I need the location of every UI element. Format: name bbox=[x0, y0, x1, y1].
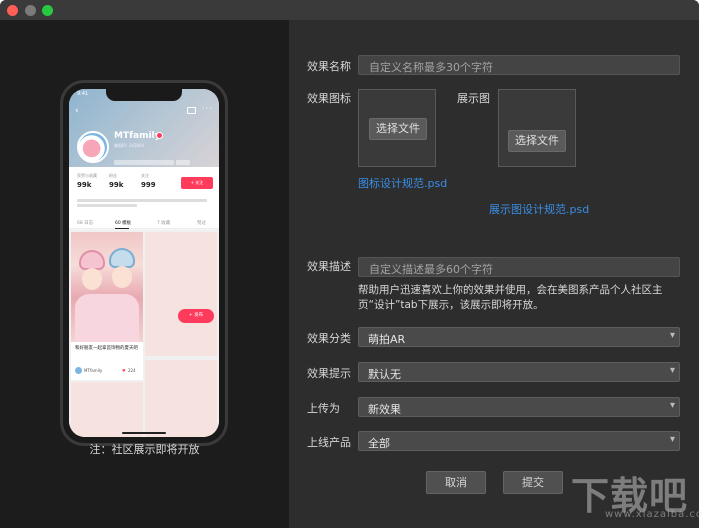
preview-label: 展示图 bbox=[457, 92, 490, 105]
card-caption-text: 和好朋友一起拿首饰物的夏天吧 bbox=[75, 346, 138, 351]
minimize-window-button[interactable] bbox=[25, 5, 36, 16]
feed-card-caption: 和好朋友一起拿首饰物的夏天吧 MTfamily ♥ 224 bbox=[71, 342, 143, 380]
effect-name-input[interactable]: 自定义名称最多30个字符 bbox=[358, 55, 680, 75]
icon-upload-box[interactable]: 选择文件 bbox=[358, 89, 436, 167]
bio-line bbox=[77, 199, 207, 202]
cancel-button[interactable]: 取消 bbox=[426, 471, 486, 494]
upload-as-label: 上传为 bbox=[307, 402, 340, 415]
upload-as-select[interactable]: 新效果 ▾ bbox=[358, 397, 680, 417]
name-label: 效果名称 bbox=[307, 60, 351, 73]
profile-tag bbox=[176, 160, 190, 165]
upload-as-value: 新效果 bbox=[368, 403, 401, 416]
feed-card-photo bbox=[71, 232, 143, 342]
bio-line bbox=[77, 204, 137, 207]
profile-tag bbox=[114, 160, 174, 165]
feed-card-placeholder bbox=[145, 232, 217, 356]
profile-tags bbox=[114, 150, 212, 165]
stat-following: 关注 999 bbox=[141, 173, 171, 189]
icon-label: 效果图标 bbox=[307, 92, 351, 105]
tab-liked: 赞过 bbox=[197, 221, 206, 226]
profile-feed: 和好朋友一起拿首饰物的夏天吧 MTfamily ♥ 224 bbox=[69, 230, 219, 437]
profile-bio bbox=[77, 199, 211, 209]
stat-value: 99k bbox=[77, 181, 92, 189]
category-value: 萌拍AR bbox=[368, 333, 406, 346]
back-arrow-icon: ‹ bbox=[75, 106, 79, 116]
hint-label: 效果提示 bbox=[307, 367, 351, 380]
close-window-button[interactable] bbox=[7, 5, 18, 16]
card-likes: 224 bbox=[128, 368, 136, 373]
chevron-down-icon: ▾ bbox=[669, 434, 675, 445]
tab-logs: 68 日志 bbox=[77, 221, 94, 226]
home-indicator bbox=[122, 432, 166, 434]
face-shape bbox=[82, 268, 102, 290]
product-value: 全部 bbox=[368, 437, 390, 450]
preview-pane: 9:41 ‹ ··· MTfamily 美图ID: 343844 获赞与收藏 9… bbox=[0, 20, 289, 528]
product-label: 上线产品 bbox=[307, 436, 351, 449]
phone-notch bbox=[106, 89, 182, 101]
helmet-shape bbox=[109, 248, 135, 268]
effect-desc-placeholder: 自定义描述最多60个字符 bbox=[369, 263, 493, 276]
avatar bbox=[77, 131, 109, 163]
watermark-logo: 下载吧 www.xiazaiba.com bbox=[565, 465, 704, 528]
stat-label: 关注 bbox=[141, 173, 149, 178]
watermark-url: www.xiazaiba.com bbox=[605, 509, 704, 520]
desc-label: 效果描述 bbox=[307, 260, 351, 273]
category-select[interactable]: 萌拍AR ▾ bbox=[358, 327, 680, 347]
chevron-down-icon: ▾ bbox=[669, 400, 675, 411]
desc-help-text: 帮助用户迅速喜欢上你的效果并使用，会在美图系产品个人社区主 页“设计”tab下展… bbox=[358, 283, 688, 313]
profile-username: MTfamily bbox=[114, 131, 161, 141]
stat-fans: 粉丝 99k bbox=[109, 173, 139, 189]
profile-tabs: 68 日志 60 模板 7 收藏 赞过 bbox=[69, 217, 219, 229]
effect-name-placeholder: 自定义名称最多30个字符 bbox=[369, 61, 493, 74]
chevron-down-icon: ▾ bbox=[669, 330, 675, 341]
face-shape bbox=[112, 266, 132, 288]
helmet-shape bbox=[79, 250, 105, 270]
effect-desc-input[interactable]: 自定义描述最多60个字符 bbox=[358, 257, 680, 277]
category-label: 效果分类 bbox=[307, 332, 351, 345]
stat-label: 获赞与收藏 bbox=[77, 173, 97, 178]
feed-card-placeholder bbox=[71, 382, 143, 437]
more-icon: ··· bbox=[202, 104, 213, 113]
choose-icon-file-button[interactable]: 选择文件 bbox=[369, 118, 427, 140]
stat-value: 99k bbox=[109, 181, 124, 189]
status-time: 9:41 bbox=[77, 91, 89, 97]
icon-spec-link[interactable]: 图标设计规范.psd bbox=[358, 175, 447, 191]
card-author-name: MTfamily bbox=[84, 368, 103, 373]
stat-label: 粉丝 bbox=[109, 173, 117, 178]
body-shape bbox=[75, 294, 139, 342]
phone-mockup: 9:41 ‹ ··· MTfamily 美图ID: 343844 获赞与收藏 9… bbox=[60, 80, 228, 446]
tab-favorites: 7 收藏 bbox=[157, 221, 171, 226]
app-window: 9:41 ‹ ··· MTfamily 美图ID: 343844 获赞与收藏 9… bbox=[0, 0, 699, 528]
stat-likes: 获赞与收藏 99k bbox=[77, 173, 107, 189]
submit-button[interactable]: 提交 bbox=[503, 471, 563, 494]
tab-templates: 60 模板 bbox=[115, 221, 132, 226]
phone-screen: 9:41 ‹ ··· MTfamily 美图ID: 343844 获赞与收藏 9… bbox=[69, 89, 219, 437]
hint-value: 默认无 bbox=[368, 368, 401, 381]
preview-upload-box[interactable]: 选择文件 bbox=[498, 89, 576, 167]
heart-icon: ♥ bbox=[122, 368, 126, 373]
card-author-avatar bbox=[75, 367, 82, 374]
verified-badge-icon bbox=[156, 132, 163, 139]
chevron-down-icon: ▾ bbox=[669, 365, 675, 376]
publish-button: + 发布 bbox=[178, 309, 214, 323]
desc-help-line: 页“设计”tab下展示，该展示即将开放。 bbox=[358, 299, 544, 311]
choose-preview-file-button[interactable]: 选择文件 bbox=[508, 130, 566, 152]
tab-underline bbox=[115, 228, 129, 229]
feed-card-placeholder bbox=[145, 360, 217, 437]
message-icon bbox=[187, 107, 196, 114]
desc-help-line: 帮助用户迅速喜欢上你的效果并使用，会在美图系产品个人社区主 bbox=[358, 284, 663, 296]
preview-spec-link[interactable]: 展示图设计规范.psd bbox=[489, 201, 589, 217]
profile-user-id: 美图ID: 343844 bbox=[114, 143, 145, 148]
title-bar bbox=[0, 0, 699, 20]
zoom-window-button[interactable] bbox=[42, 5, 53, 16]
stat-value: 999 bbox=[141, 181, 156, 189]
effect-form: 效果名称 自定义名称最多30个字符 效果图标 选择文件 图标设计规范.psd 展… bbox=[289, 20, 699, 528]
follow-button: + 关注 bbox=[181, 177, 213, 189]
hint-select[interactable]: 默认无 ▾ bbox=[358, 362, 680, 382]
community-note: 注：社区展示即将开放 bbox=[89, 443, 200, 456]
product-select[interactable]: 全部 ▾ bbox=[358, 431, 680, 451]
